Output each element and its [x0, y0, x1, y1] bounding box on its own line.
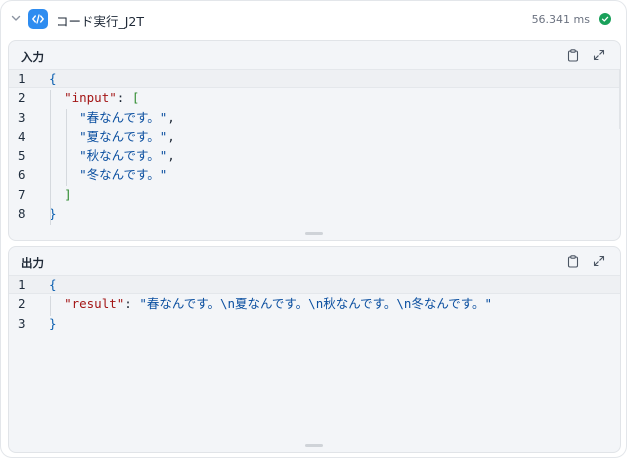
node-title: コード実行_J2T: [56, 14, 145, 29]
code-text: "夏なんです。",: [49, 127, 175, 146]
code-text: "input": [: [49, 88, 139, 107]
line-number: 6: [18, 167, 26, 183]
code-token: "春なんです。": [79, 109, 168, 125]
code-node-card: コード実行_J2T 56.341 ms 入力 1{2 "input": [3 "…: [0, 0, 627, 458]
line-number: 2: [18, 90, 26, 106]
elapsed-time: 56.341 ms: [531, 13, 590, 26]
code-line: 7 ]: [9, 185, 620, 204]
line-number: 3: [18, 315, 26, 331]
code-token: "result": [64, 296, 125, 312]
code-text: }: [49, 314, 57, 333]
code-token: ,: [167, 109, 175, 125]
code-token: "春なんです。\n夏なんです。\n秋なんです。\n冬なんです。": [139, 296, 493, 312]
code-text: {: [49, 275, 57, 294]
code-icon: [28, 9, 48, 29]
line-number: 1: [18, 277, 26, 292]
code-token: :: [116, 90, 132, 106]
code-token: {: [49, 277, 57, 292]
code-line: 1{: [9, 275, 620, 295]
code-line: 3 "春なんです。",: [9, 108, 620, 127]
output-panel-header: 出力: [9, 247, 620, 275]
code-line: 8}: [9, 204, 620, 223]
input-code-editor[interactable]: 1{2 "input": [3 "春なんです。", 4 "夏なんです。", 5 "秋…: [9, 69, 620, 223]
input-panel-header: 入力: [9, 41, 620, 69]
code-line: 4 "夏なんです。",: [9, 127, 620, 146]
code-token: ,: [167, 128, 175, 144]
line-number: 5: [18, 148, 26, 164]
expand-icon[interactable]: [592, 48, 606, 62]
expand-icon[interactable]: [592, 254, 606, 268]
code-token: }: [49, 315, 57, 331]
line-number: 8: [18, 206, 26, 222]
output-panel: 出力 1{2 "result": "春なんです。\n夏なんです。\n秋なんです。…: [8, 246, 621, 453]
line-number: 2: [18, 296, 26, 312]
node-header[interactable]: コード実行_J2T 56.341 ms: [1, 1, 626, 39]
code-token: ]: [64, 186, 72, 202]
indent-guide: [50, 296, 51, 316]
code-line: 6 "冬なんです。": [9, 165, 620, 184]
input-panel: 入力 1{2 "input": [3 "春なんです。", 4 "夏なんです。", 5…: [8, 40, 621, 241]
code-line: 2 "result": "春なんです。\n夏なんです。\n秋なんです。\n冬なん…: [9, 294, 620, 313]
code-text: "result": "春なんです。\n夏なんです。\n秋なんです。\n冬なんです…: [49, 294, 492, 313]
code-line: 3}: [9, 314, 620, 333]
clipboard-icon[interactable]: [566, 48, 580, 62]
code-token: "秋なんです。": [79, 148, 168, 164]
code-token: ,: [167, 148, 175, 164]
line-number: 3: [18, 109, 26, 125]
resize-handle[interactable]: [305, 232, 323, 235]
code-text: "秋なんです。",: [49, 146, 175, 165]
code-line: 5 "秋なんです。",: [9, 146, 620, 165]
code-text: ]: [49, 185, 72, 204]
output-code-editor[interactable]: 1{2 "result": "春なんです。\n夏なんです。\n秋なんです。\n冬…: [9, 275, 620, 333]
input-panel-title: 入力: [21, 50, 44, 64]
code-token: "input": [64, 90, 117, 106]
line-number: 7: [18, 186, 26, 202]
code-token: "夏なんです。": [79, 128, 168, 144]
chevron-down-icon[interactable]: [10, 12, 22, 24]
code-token: [: [131, 90, 140, 106]
resize-handle[interactable]: [305, 444, 323, 447]
indent-guide: [50, 90, 51, 225]
code-token: {: [49, 71, 57, 86]
output-panel-title: 出力: [21, 256, 44, 270]
code-text: {: [49, 69, 57, 88]
check-circle-icon: [599, 13, 611, 25]
indent-guide: [66, 109, 67, 186]
line-number: 1: [18, 71, 26, 86]
code-token: :: [124, 296, 140, 312]
code-line: 1{: [9, 69, 620, 89]
line-number: 4: [18, 128, 26, 144]
clipboard-icon[interactable]: [566, 254, 580, 268]
code-text: "春なんです。",: [49, 108, 175, 127]
code-line: 2 "input": [: [9, 88, 620, 107]
scrollbar[interactable]: [619, 69, 620, 129]
code-token: "冬なんです。": [79, 167, 168, 183]
